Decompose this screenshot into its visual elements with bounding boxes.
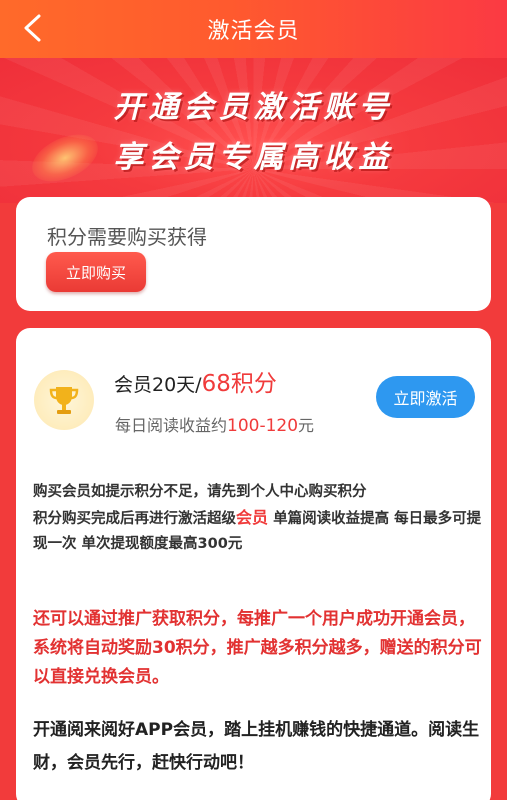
banner-slogan-line2: 享会员专属高收益	[113, 140, 394, 175]
closing-text: 开通阅来阅好APP会员，踏上挂机赚钱的快捷通道。阅读生财，会员先行，赶快行动吧！	[33, 720, 480, 773]
income-range: 100-120	[227, 416, 299, 436]
page-title: 激活会员	[207, 19, 300, 44]
buy-now-button[interactable]: 立即购买	[46, 252, 146, 292]
banner-rays	[0, 58, 507, 203]
banner-slogan-line1: 开通会员激活账号	[113, 90, 394, 125]
points-info-text: 积分需要购买获得	[47, 225, 207, 249]
chevron-left-icon	[24, 14, 41, 42]
info-paragraph: 积分购买完成后再进行激活超级会员 单篇阅读收益提高 每日最多可提现一次 单次提现…	[33, 505, 483, 557]
plan-duration: 会员20天/	[114, 374, 202, 396]
back-button[interactable]	[14, 10, 50, 46]
daily-income: 每日阅读收益约100-120元	[115, 412, 314, 436]
plan-price: 68积分	[201, 371, 277, 397]
points-card: 积分需要购买获得 立即购买	[16, 197, 491, 311]
activate-now-button[interactable]: 立即激活	[376, 376, 475, 418]
promotion-text: 还可以通过推广获取积分，每推广一个用户成功开通会员，系统将自动奖励30积分，推广…	[33, 609, 482, 687]
income-prefix: 每日阅读收益约	[115, 416, 228, 435]
trophy-icon	[49, 387, 79, 414]
info-line1: 购买会员如提示积分不足，请先到个人中心购买积分	[33, 484, 367, 500]
plan-title: 会员20天/68积分	[114, 364, 277, 398]
income-suffix: 元	[298, 416, 315, 435]
info-part1: 积分购买完成后再进行激活超级	[33, 511, 236, 527]
promo-banner: 开通会员激活账号 享会员专属高收益	[0, 58, 507, 203]
membership-info: 购买会员如提示积分不足，请先到个人中心购买积分 积分购买完成后再进行激活超级会员…	[33, 480, 483, 557]
top-bar: 激活会员	[0, 0, 507, 58]
membership-card: 会员20天/68积分 每日阅读收益约100-120元 立即激活 购买会员如提示积…	[16, 328, 491, 800]
trophy-badge	[34, 370, 94, 430]
info-highlight: 会员	[236, 508, 269, 527]
